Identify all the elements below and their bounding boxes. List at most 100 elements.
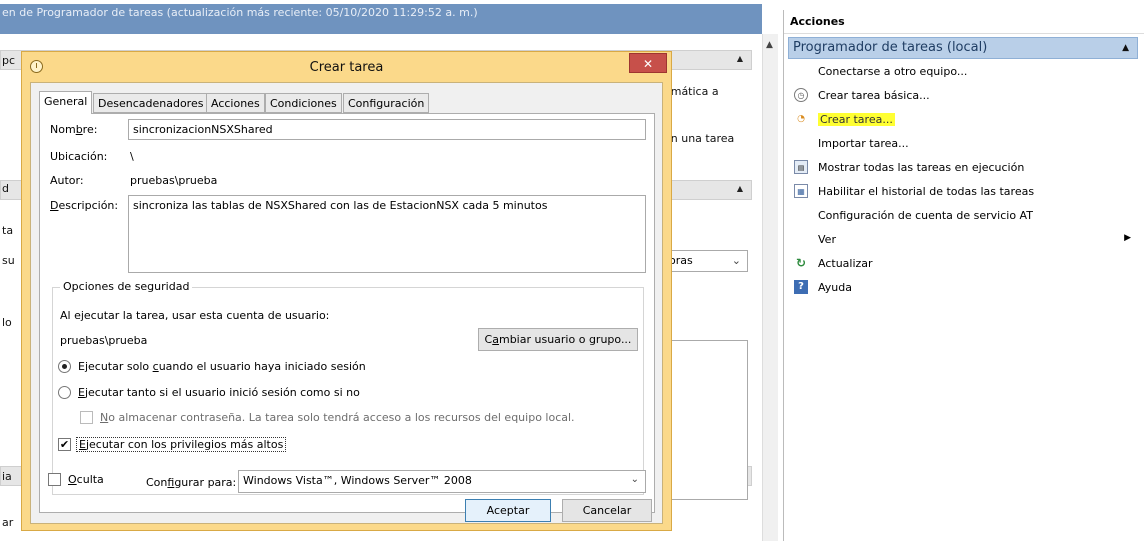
history-icon: ▦ xyxy=(794,184,808,198)
change-user-button[interactable]: Cambiar usuario o grupo... xyxy=(478,328,638,351)
bg-period-select[interactable]: oras ⌄ xyxy=(664,250,748,272)
dialog-titlebar[interactable]: Crear tarea ✕ xyxy=(22,52,671,82)
bg-text-fragment: ómática a xyxy=(664,85,719,98)
hidden-checkbox[interactable] xyxy=(48,473,61,486)
dialog-title: Crear tarea xyxy=(309,60,384,75)
actions-group-header[interactable]: Programador de tareas (local) ▲ xyxy=(788,37,1138,59)
bg-text-fragment: su xyxy=(2,254,15,267)
actions-group-title: Programador de tareas (local) xyxy=(793,40,988,55)
action-import-task[interactable]: Importar tarea... xyxy=(784,133,1144,155)
bg-text-fragment: ia xyxy=(2,470,12,483)
action-help[interactable]: ? Ayuda xyxy=(784,277,1144,299)
label-mnemonic: a xyxy=(492,333,499,346)
run-whether-logged-on-radio[interactable] xyxy=(58,386,71,399)
bg-text-fragment: d xyxy=(2,182,9,195)
collapse-icon[interactable]: ▲ xyxy=(1122,43,1129,53)
name-field[interactable]: sincronizacionNSXShared xyxy=(128,119,646,140)
top-edge xyxy=(0,0,762,4)
run-highest-privileges-checkbox[interactable]: ✔ xyxy=(58,438,71,451)
expand-icon: ▲ xyxy=(736,54,743,63)
label-part: o almacenar contraseña. La tarea solo te… xyxy=(108,411,575,424)
label-part: igurar para: xyxy=(174,476,237,489)
do-not-store-password-checkbox[interactable] xyxy=(80,411,93,424)
action-label: Crear tarea básica... xyxy=(818,89,930,102)
submenu-arrow-icon: ▶ xyxy=(1124,233,1131,243)
label-part: uando el usuario haya iniciado sesión xyxy=(158,360,366,373)
action-create-task[interactable]: ◔ Crear tarea... xyxy=(784,109,1144,131)
create-task-dialog: Crear tarea ✕ General Desencadenadores A… xyxy=(21,51,672,531)
close-button[interactable]: ✕ xyxy=(629,53,667,73)
description-field[interactable]: sincroniza las tablas de NSXShared con l… xyxy=(128,195,646,273)
location-label: Ubicación: xyxy=(50,150,108,163)
hidden-label[interactable]: Oculta xyxy=(68,473,104,486)
label-part: escripción: xyxy=(58,199,119,212)
bg-text-fragment: lo xyxy=(2,316,12,329)
author-label: Autor: xyxy=(50,174,84,187)
action-label: Actualizar xyxy=(818,257,873,270)
action-label: Importar tarea... xyxy=(818,137,909,150)
security-options-title: Opciones de seguridad xyxy=(60,280,193,293)
action-create-basic-task[interactable]: ◷ Crear tarea básica... xyxy=(784,85,1144,107)
action-label: Habilitar el historial de todas las tare… xyxy=(818,185,1035,198)
action-at-service-account[interactable]: Configuración de cuenta de servicio AT xyxy=(784,205,1144,227)
tab-triggers[interactable]: Desencadenadores xyxy=(93,93,209,113)
ok-button[interactable]: Aceptar xyxy=(465,499,551,522)
action-view[interactable]: Ver ▶ xyxy=(784,229,1144,251)
general-tab-panel: Nombre: sincronizacionNSXShared Ubicació… xyxy=(39,113,655,513)
run-as-label: Al ejecutar la tarea, usar esta cuenta d… xyxy=(60,309,330,322)
description-label: Descripción: xyxy=(50,199,118,212)
cancel-button[interactable]: Cancelar xyxy=(562,499,652,522)
label-mnemonic: b xyxy=(75,123,83,136)
main-scrollbar[interactable]: ▲ xyxy=(762,34,778,541)
expand-icon: ▲ xyxy=(736,184,743,193)
tab-settings[interactable]: Configuración xyxy=(343,93,430,113)
do-not-store-password-label: No almacenar contraseña. La tarea solo t… xyxy=(100,411,575,424)
label-part: culta xyxy=(76,473,104,486)
tab-general[interactable]: General xyxy=(39,91,93,114)
run-only-logged-on-label[interactable]: Ejecutar solo cuando el usuario haya ini… xyxy=(78,360,366,373)
label-mnemonic: N xyxy=(100,411,109,424)
tab-actions[interactable]: Acciones xyxy=(206,93,265,113)
chevron-down-icon: ⌄ xyxy=(731,254,741,267)
action-label: Configuración de cuenta de servicio AT xyxy=(818,209,1033,222)
run-as-user: pruebas\prueba xyxy=(60,334,148,347)
name-label: Nombre: xyxy=(50,123,97,136)
label-part: re: xyxy=(82,123,98,136)
run-only-logged-on-radio[interactable] xyxy=(58,360,71,373)
label-part: Con xyxy=(146,476,168,489)
label-mnemonic: E xyxy=(78,386,85,399)
main-window-title: en de Programador de tareas (actualizaci… xyxy=(2,6,478,19)
dialog-body: General Desencadenadores Acciones Condic… xyxy=(30,82,663,524)
action-label: Conectarse a otro equipo... xyxy=(818,65,968,78)
label-part: jecutar tanto si el usuario inició sesió… xyxy=(84,386,360,399)
run-whether-logged-on-label[interactable]: Ejecutar tanto si el usuario inició sesi… xyxy=(78,386,360,399)
action-refresh[interactable]: ↻ Actualizar xyxy=(784,253,1144,275)
label-mnemonic: O xyxy=(68,473,77,486)
action-enable-history[interactable]: ▦ Habilitar el historial de todas las ta… xyxy=(784,181,1144,203)
tab-conditions[interactable]: Condiciones xyxy=(265,93,342,113)
action-show-running[interactable]: ▤ Mostrar todas las tareas en ejecución xyxy=(784,157,1144,179)
run-highest-privileges-label[interactable]: Ejecutar con los privilegios más altos xyxy=(76,437,287,452)
action-label: Ver xyxy=(818,233,836,246)
actions-header: Acciones xyxy=(784,10,1144,34)
main-window-titlebar: en de Programador de tareas (actualizaci… xyxy=(0,0,762,34)
action-label: Mostrar todas las tareas en ejecución xyxy=(818,161,1025,174)
location-value: \ xyxy=(130,150,134,163)
bg-text-fragment: pc xyxy=(2,54,16,67)
label-part: Nom xyxy=(50,123,76,136)
basic-task-icon: ◷ xyxy=(794,88,808,102)
scroll-up-icon[interactable]: ▲ xyxy=(766,40,773,50)
bg-text-fragment: ar xyxy=(2,516,14,529)
bg-select-value: oras xyxy=(669,254,693,267)
author-value: pruebas\prueba xyxy=(130,174,218,187)
actions-pane: Acciones Programador de tareas (local) ▲… xyxy=(783,10,1144,541)
label-mnemonic: E xyxy=(79,438,86,451)
label-part: jecutar con los privilegios más altos xyxy=(85,438,284,451)
configure-for-label: Configurar para: xyxy=(146,476,236,489)
action-connect[interactable]: Conectarse a otro equipo... xyxy=(784,61,1144,83)
running-tasks-icon: ▤ xyxy=(794,160,808,174)
highlight: Crear tarea... xyxy=(818,113,895,126)
configure-for-select[interactable]: Windows Vista™, Windows Server™ 2008 ⌄ xyxy=(238,470,646,493)
label-part: Ejecutar solo xyxy=(78,360,153,373)
refresh-icon: ↻ xyxy=(795,256,807,270)
